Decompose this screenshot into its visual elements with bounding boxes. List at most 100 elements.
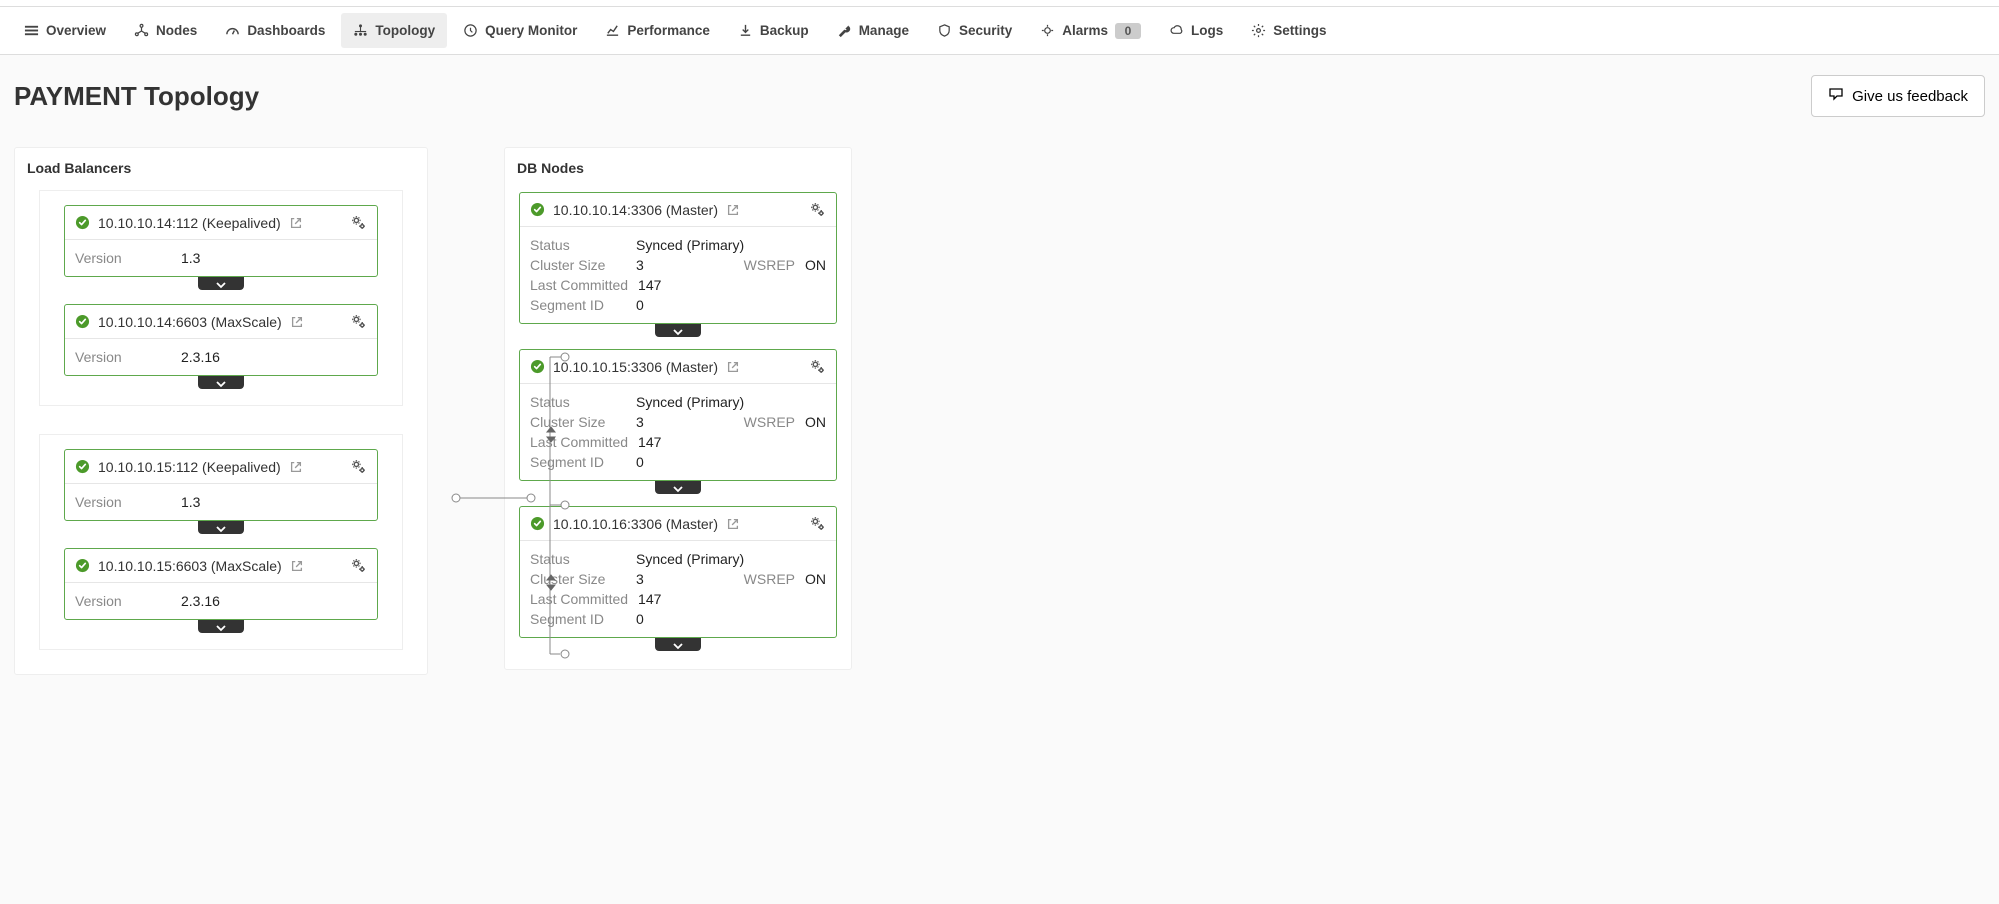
topology-icon xyxy=(353,23,368,38)
db-node-card: 10.10.10.14:3306 (Master)StatusSynced (P… xyxy=(519,192,837,324)
nav-nodes[interactable]: Nodes xyxy=(122,13,209,48)
nav-label: Dashboards xyxy=(247,23,325,38)
node-settings-icon[interactable] xyxy=(350,458,367,475)
lb-node-card: 10.10.10.14:6603 (MaxScale)Version2.3.16 xyxy=(64,304,378,376)
wsrep-label: WSREP xyxy=(744,257,795,273)
cluster-size-value: 3 xyxy=(636,571,644,587)
nav-label: Settings xyxy=(1273,23,1326,38)
segment-id-label: Segment ID xyxy=(530,611,626,627)
lb-node-card: 10.10.10.14:112 (Keepalived)Version1.3 xyxy=(64,205,378,277)
dashboards-icon xyxy=(225,23,240,38)
node-title: 10.10.10.14:6603 (MaxScale) xyxy=(98,314,282,330)
external-link-icon[interactable] xyxy=(290,315,304,329)
node-settings-icon[interactable] xyxy=(809,358,826,375)
external-link-icon[interactable] xyxy=(726,203,740,217)
download-icon xyxy=(738,23,753,38)
gear-icon xyxy=(1251,23,1266,38)
alarm-icon xyxy=(1040,23,1055,38)
external-link-icon[interactable] xyxy=(289,460,303,474)
expand-toggle[interactable] xyxy=(198,521,244,534)
status-label: Status xyxy=(530,237,626,253)
expand-toggle[interactable] xyxy=(198,376,244,389)
external-link-icon[interactable] xyxy=(726,517,740,531)
wsrep-label: WSREP xyxy=(744,414,795,430)
lb-group: 10.10.10.15:112 (Keepalived)Version1.310… xyxy=(39,434,403,650)
version-label: Version xyxy=(75,349,171,365)
cloud-icon xyxy=(1169,23,1184,38)
segment-id-value: 0 xyxy=(636,611,644,627)
cluster-size-label: Cluster Size xyxy=(530,257,626,273)
version-value: 2.3.16 xyxy=(181,593,220,609)
nav-alarms[interactable]: Alarms 0 xyxy=(1028,13,1153,49)
nav-query-monitor[interactable]: Query Monitor xyxy=(451,13,589,48)
node-settings-icon[interactable] xyxy=(350,557,367,574)
nav-label: Manage xyxy=(859,23,909,38)
last-committed-label: Last Committed xyxy=(530,277,628,293)
version-value: 1.3 xyxy=(181,494,200,510)
feedback-button[interactable]: Give us feedback xyxy=(1811,75,1985,117)
segment-id-value: 0 xyxy=(636,454,644,470)
segment-id-label: Segment ID xyxy=(530,297,626,313)
status-ok-icon xyxy=(530,516,545,531)
page-title: PAYMENT Topology xyxy=(14,81,259,112)
node-settings-icon[interactable] xyxy=(809,201,826,218)
load-balancers-panel: Load Balancers 10.10.10.14:112 (Keepaliv… xyxy=(14,147,428,675)
expand-toggle[interactable] xyxy=(198,620,244,633)
nav-performance[interactable]: Performance xyxy=(593,13,722,48)
last-committed-value: 147 xyxy=(638,591,661,607)
nav-logs[interactable]: Logs xyxy=(1157,13,1235,48)
nav-manage[interactable]: Manage xyxy=(825,13,921,48)
cluster-size-label: Cluster Size xyxy=(530,414,626,430)
chevron-down-icon xyxy=(215,276,227,292)
status-ok-icon xyxy=(75,314,90,329)
panel-title: DB Nodes xyxy=(505,148,851,182)
status-label: Status xyxy=(530,394,626,410)
chevron-down-icon xyxy=(215,520,227,536)
nav-topology[interactable]: Topology xyxy=(341,13,447,48)
node-settings-icon[interactable] xyxy=(350,214,367,231)
expand-toggle[interactable] xyxy=(655,638,701,651)
nav-dashboards[interactable]: Dashboards xyxy=(213,13,337,48)
nav-label: Performance xyxy=(627,23,710,38)
version-label: Version xyxy=(75,494,171,510)
external-link-icon[interactable] xyxy=(289,216,303,230)
chevron-down-icon xyxy=(215,375,227,391)
status-label: Status xyxy=(530,551,626,567)
nav-label: Backup xyxy=(760,23,809,38)
chevron-down-icon xyxy=(672,480,684,496)
external-link-icon[interactable] xyxy=(726,360,740,374)
db-nodes-panel: DB Nodes 10.10.10.14:3306 (Master)Status… xyxy=(504,147,852,670)
nav-settings[interactable]: Settings xyxy=(1239,13,1338,48)
external-link-icon[interactable] xyxy=(290,559,304,573)
lb-node-card: 10.10.10.15:112 (Keepalived)Version1.3 xyxy=(64,449,378,521)
node-settings-icon[interactable] xyxy=(809,515,826,532)
status-ok-icon xyxy=(530,359,545,374)
nav-label: Security xyxy=(959,23,1012,38)
wsrep-value: ON xyxy=(805,571,826,587)
status-value: Synced (Primary) xyxy=(636,237,744,253)
expand-toggle[interactable] xyxy=(655,481,701,494)
cluster-size-label: Cluster Size xyxy=(530,571,626,587)
version-label: Version xyxy=(75,593,171,609)
nav-label: Overview xyxy=(46,23,106,38)
panel-title: Load Balancers xyxy=(15,148,427,176)
nav-backup[interactable]: Backup xyxy=(726,13,821,48)
version-value: 1.3 xyxy=(181,250,200,266)
wsrep-value: ON xyxy=(805,414,826,430)
cluster-size-value: 3 xyxy=(636,257,644,273)
clock-icon xyxy=(463,23,478,38)
node-settings-icon[interactable] xyxy=(350,313,367,330)
overview-icon xyxy=(24,23,39,38)
wrench-icon xyxy=(837,23,852,38)
nav-overview[interactable]: Overview xyxy=(12,13,118,48)
nav-label: Topology xyxy=(375,23,435,38)
nav-security[interactable]: Security xyxy=(925,13,1024,48)
nav-label: Query Monitor xyxy=(485,23,577,38)
lb-group: 10.10.10.14:112 (Keepalived)Version1.3 10… xyxy=(39,190,403,406)
expand-toggle[interactable] xyxy=(655,324,701,337)
nav-label: Nodes xyxy=(156,23,197,38)
status-value: Synced (Primary) xyxy=(636,394,744,410)
status-ok-icon xyxy=(75,215,90,230)
expand-toggle[interactable] xyxy=(198,277,244,290)
chevron-down-icon xyxy=(672,637,684,653)
